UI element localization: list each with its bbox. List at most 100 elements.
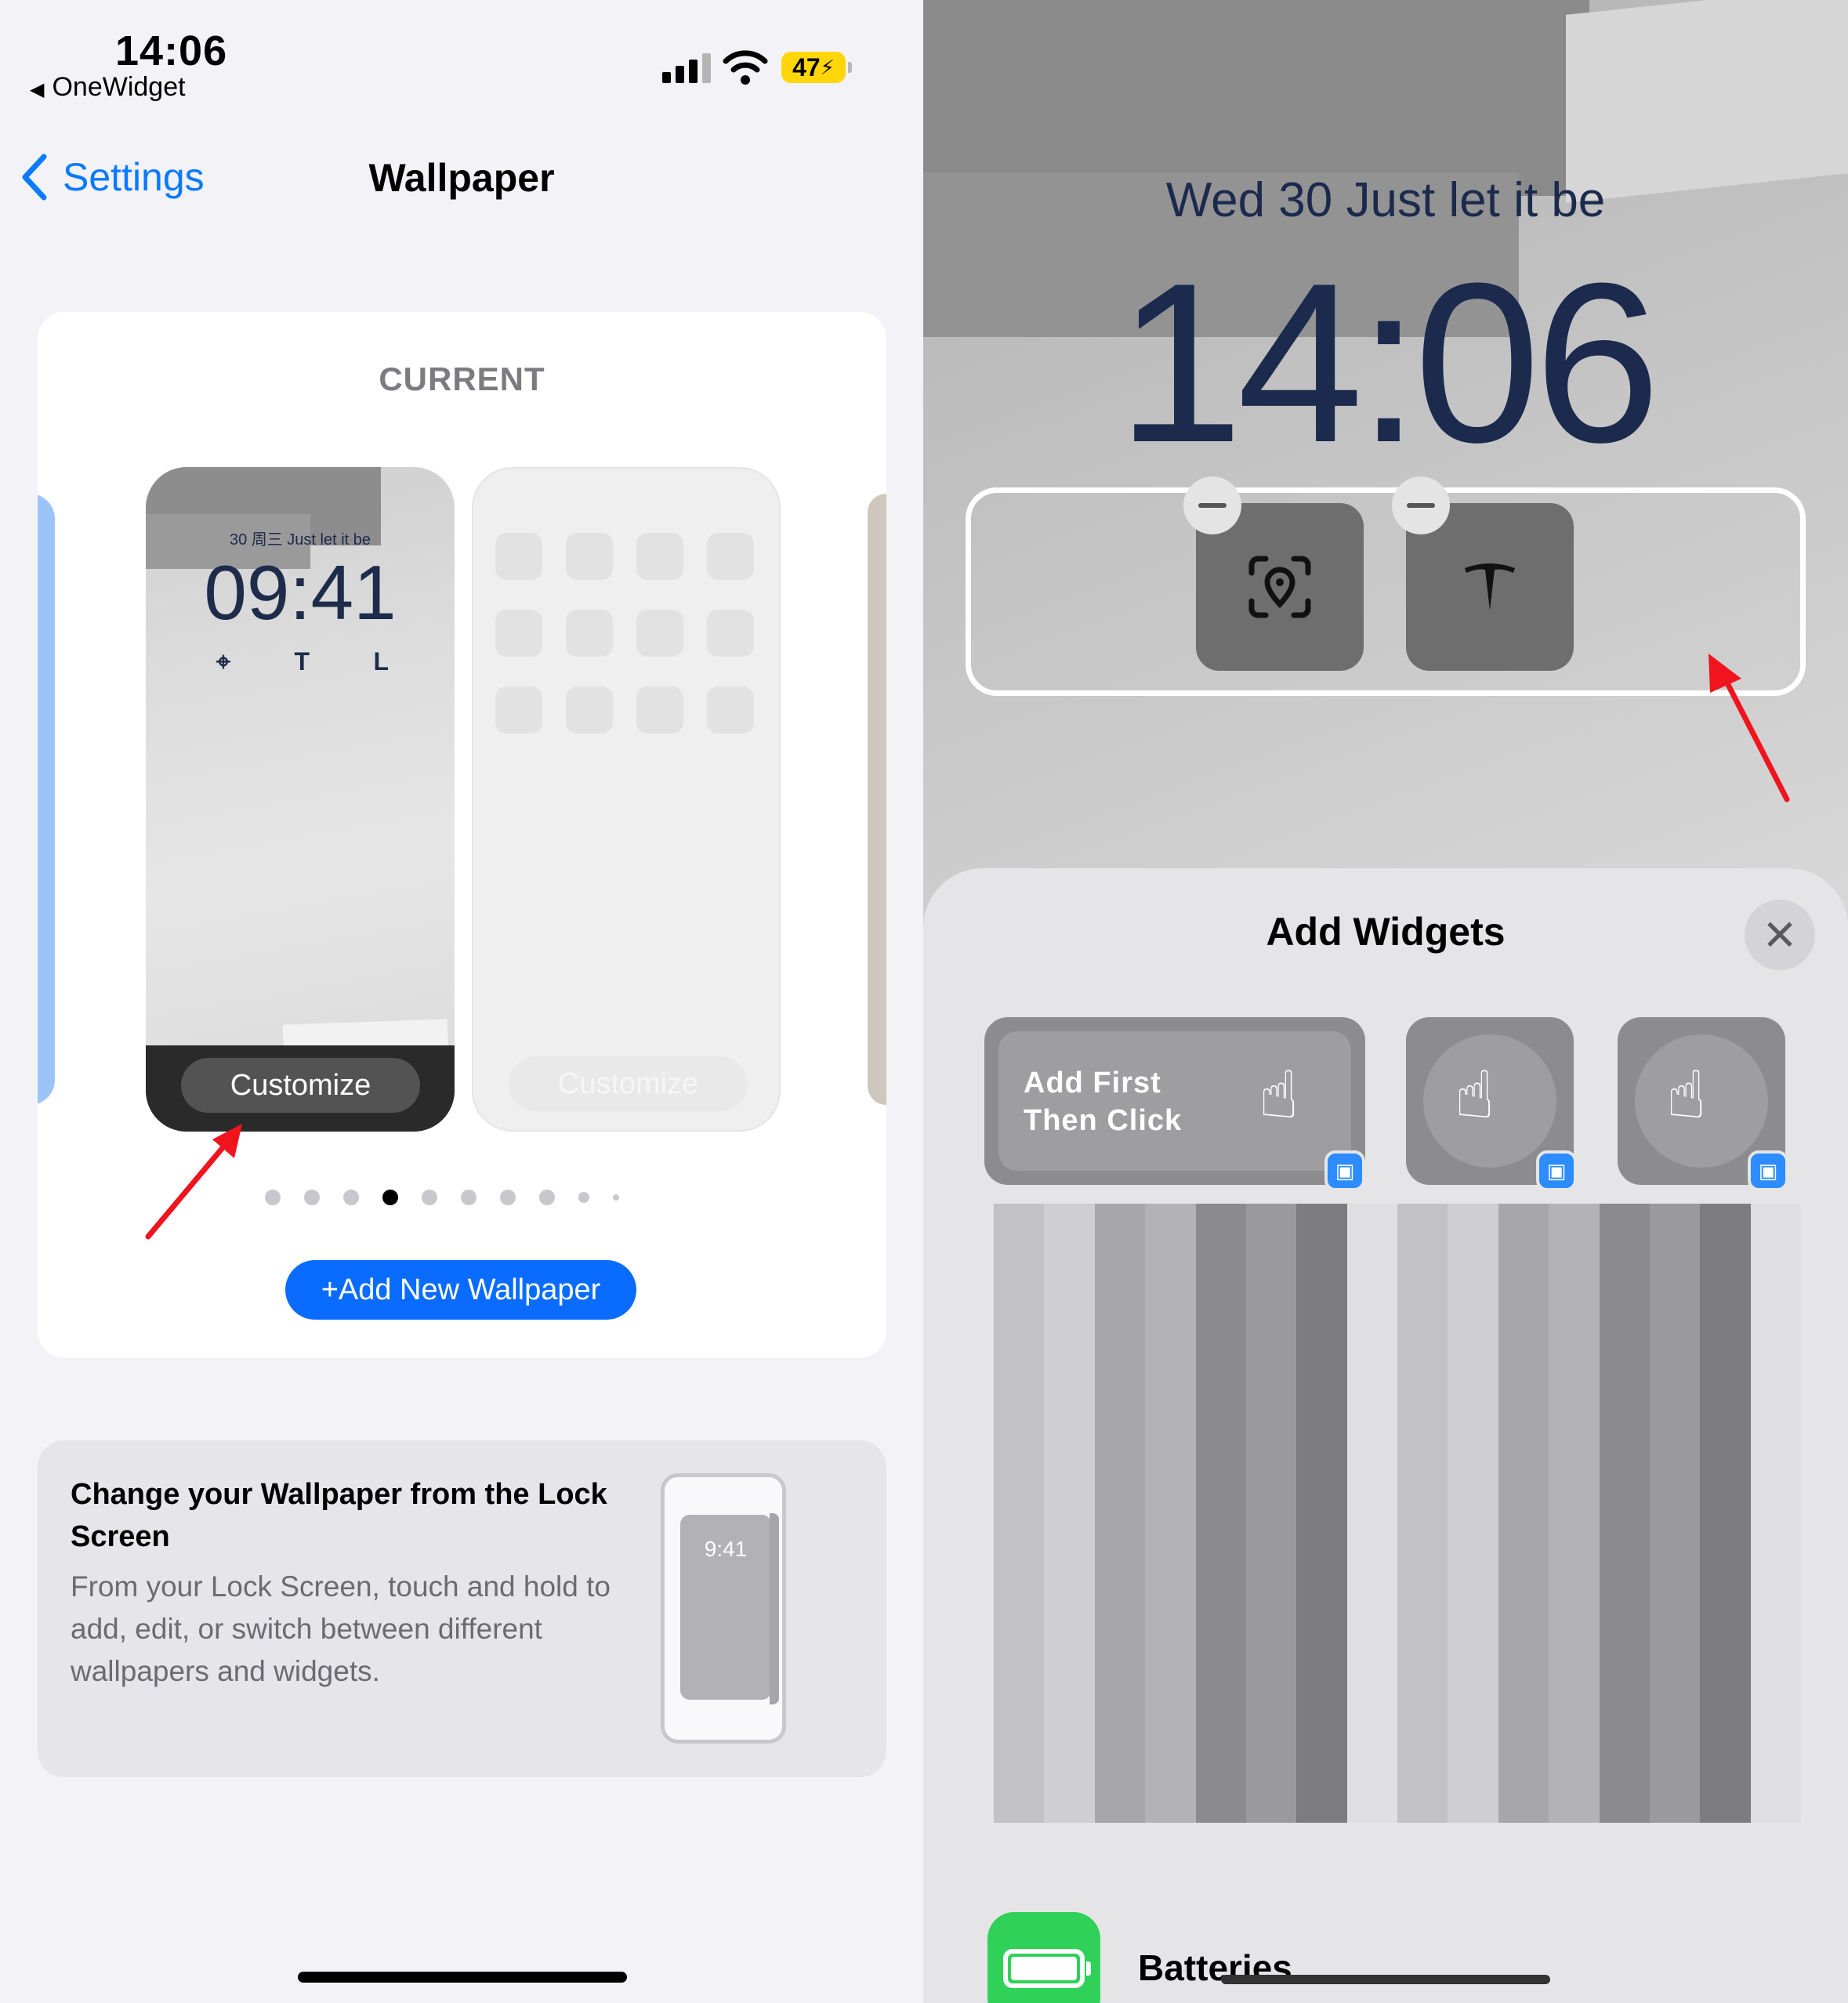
home-screen-preview[interactable]: Customize [472,467,781,1132]
home-indicator[interactable] [298,1972,627,1983]
mosaic-cell [1397,1255,1448,1307]
mosaic-cell [1145,1771,1196,1823]
app-icon-grid [495,533,754,733]
mosaic-cell [1700,1204,1751,1255]
mosaic-cell [1044,1255,1095,1307]
mosaic-cell [1750,1771,1801,1823]
page-dot [499,1190,516,1205]
mosaic-cell [994,1719,1045,1772]
mosaic-cell [1549,1616,1600,1668]
mosaic-cell [1245,1668,1297,1720]
mosaic-cell [1549,1668,1600,1720]
mosaic-cell [1549,1564,1600,1617]
mosaic-cell [1145,1668,1196,1720]
lock-screen-preview[interactable]: 30 周三 Just let it be 09:41 ⌖ T L Customi… [146,467,455,1132]
mosaic-cell [1397,1513,1448,1565]
widget-add-first[interactable]: Add First Then Click ☝ [984,1017,1365,1185]
mosaic-cell [994,1668,1045,1720]
mosaic-cell [1549,1771,1600,1823]
mosaic-cell [1245,1564,1297,1617]
mosaic-cell [1599,1719,1650,1772]
mosaic-cell [1044,1668,1095,1720]
previous-wallpaper-peek[interactable] [38,494,55,1105]
mosaic-cell [1094,1668,1146,1720]
phone-illustration-time: 9:41 [680,1515,771,1700]
mosaic-cell [1448,1462,1498,1513]
customize-lock-button[interactable]: Customize [181,1058,420,1113]
mosaic-cell [994,1462,1045,1513]
mosaic-cell [1044,1410,1095,1462]
mosaic-cell [1397,1719,1448,1772]
add-new-wallpaper-button[interactable]: +Add New Wallpaper [285,1260,636,1320]
mosaic-cell [1195,1513,1246,1565]
mosaic-cell [1044,1719,1095,1772]
mosaic-cell [994,1255,1045,1307]
tesla-logo-icon [1465,563,1515,610]
mosaic-cell [1498,1358,1549,1411]
page-dot [421,1190,437,1205]
battery-app-icon[interactable] [987,1912,1100,2003]
tesla-logo-icon: T [294,647,310,676]
preview-widget-icons: ⌖ T L [216,647,389,677]
mosaic-cell [1599,1306,1650,1359]
mosaic-cell [1346,1719,1397,1772]
mosaic-cell [1397,1771,1448,1823]
mosaic-cell [1195,1410,1246,1462]
app-badge-icon: ▣ [1748,1150,1788,1191]
mosaic-cell [1448,1564,1498,1617]
mosaic-cell [1245,1513,1297,1565]
wallpaper-texture [923,0,1589,196]
close-button[interactable]: ✕ [1745,900,1815,970]
mosaic-cell [994,1306,1045,1359]
mosaic-cell [1094,1564,1146,1617]
page-dot [264,1190,281,1205]
mosaic-cell [1245,1306,1297,1359]
mosaic-cell [1145,1255,1196,1307]
mosaic-cell [1599,1358,1650,1411]
home-indicator[interactable] [1221,1975,1550,1984]
mosaic-cell [1498,1564,1549,1617]
mosaic-cell [1649,1719,1701,1772]
location-scan-icon [1248,556,1311,618]
mosaic-cell [1700,1255,1751,1307]
mosaic-cell [1044,1771,1095,1823]
customize-home-button[interactable]: Customize [509,1056,748,1111]
mosaic-cell [1145,1410,1196,1462]
remove-widget-button[interactable] [1392,476,1450,534]
pixelated-widget-list[interactable] [994,1204,1801,1823]
minus-icon [1407,503,1435,508]
mosaic-cell [994,1564,1045,1617]
mosaic-cell [1346,1255,1397,1307]
mosaic-cell [994,1410,1045,1462]
page-title: Wallpaper [368,156,555,200]
mosaic-cell [1700,1616,1751,1668]
tap-hand-icon: ☝ [1666,1058,1707,1132]
lock-widget-area[interactable] [966,487,1806,696]
mosaic-cell [1044,1564,1095,1617]
mosaic-cell [1145,1204,1196,1255]
mosaic-cell [1498,1771,1549,1823]
add-widgets-sheet: Add Widgets ✕ Add First Then Click ☝ ▣ ☝… [923,868,1848,2003]
lock-time[interactable]: 14:06 [923,249,1848,476]
annotation-arrow-icon [145,1124,242,1240]
next-wallpaper-peek[interactable] [868,494,886,1105]
mosaic-cell [1700,1719,1751,1772]
mosaic-cell [1750,1204,1801,1255]
mosaic-cell [1549,1358,1600,1411]
mosaic-cell [1700,1410,1751,1462]
lock-date[interactable]: Wed 30 Just let it be [923,172,1848,228]
mosaic-cell [1549,1255,1600,1307]
status-back-to-app[interactable]: ◀ OneWidget [30,72,186,103]
mosaic-cell [1094,1255,1146,1307]
status-time: 14:06 [115,27,228,74]
mosaic-cell [1649,1616,1701,1668]
mosaic-cell [1498,1306,1549,1359]
mosaic-cell [1448,1513,1498,1565]
remove-widget-button[interactable] [1183,476,1241,534]
mosaic-cell [1346,1462,1397,1513]
mosaic-cell [1245,1255,1297,1307]
preview-time: 09:41 [204,549,397,636]
mosaic-cell [1700,1462,1751,1513]
mosaic-cell [1448,1358,1498,1411]
battery-percent: 47 [792,53,821,81]
